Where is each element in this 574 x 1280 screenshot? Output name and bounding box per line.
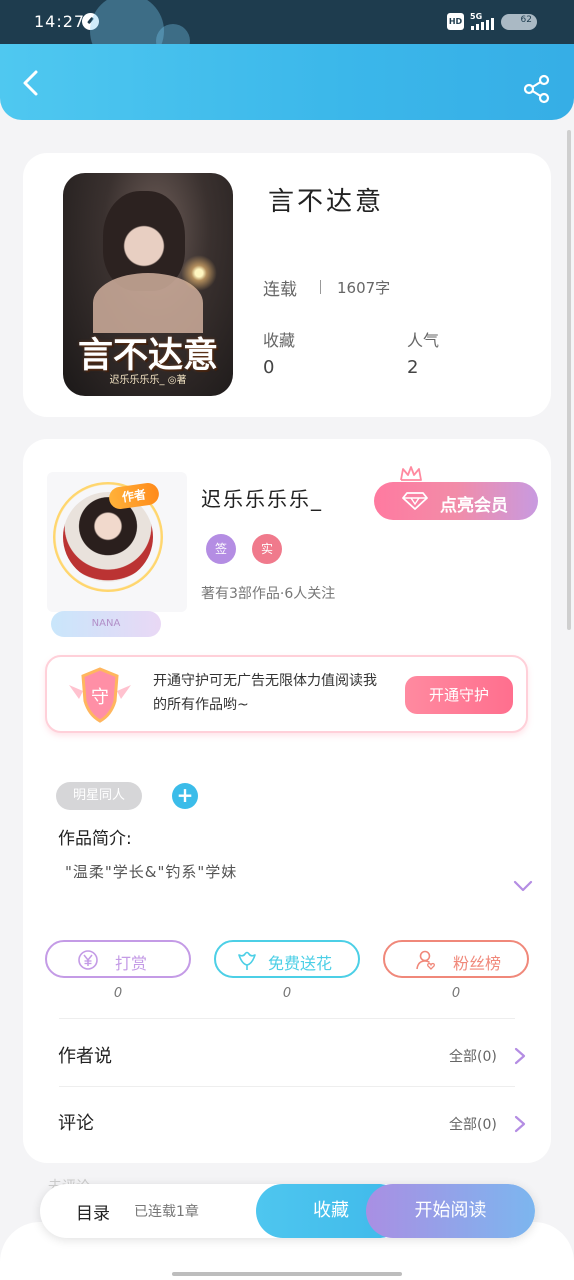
comments-all-link[interactable]: 全部(0)	[449, 1114, 497, 1134]
fan-ranking-button[interactable]: 粉丝榜	[383, 940, 529, 978]
tip-label: 打赏	[115, 954, 148, 973]
bottom-action-bar: 目录 已连载1章 收藏 开始阅读	[40, 1184, 535, 1238]
start-reading-button[interactable]: 开始阅读	[366, 1184, 535, 1238]
chevron-right-icon[interactable]	[513, 1114, 527, 1134]
nana-badge: NANA	[51, 611, 161, 637]
divider	[59, 1018, 515, 1019]
book-status: 连载	[263, 280, 297, 300]
sparkler-icon	[181, 255, 217, 291]
divider	[59, 1086, 515, 1087]
book-detail-card: 作者 NANA 迟乐乐乐乐_ 点亮会员 签 实 著有3部作品·6人关注 守 开通…	[23, 439, 551, 1163]
word-count: 1607字	[337, 279, 391, 297]
topic-tag[interactable]: 明星同人	[56, 782, 142, 810]
app-header	[0, 44, 574, 120]
guard-text: 开通守护可无广告无限体力值阅读我的所有作品哟~	[153, 673, 377, 713]
scrollbar[interactable]	[567, 130, 571, 630]
fan-user-icon	[416, 950, 435, 970]
status-time: 14:27	[34, 12, 86, 31]
fan-ranking-label: 粉丝榜	[453, 954, 502, 973]
chevron-right-icon[interactable]	[513, 1046, 527, 1066]
send-flower-label: 免费送花	[268, 954, 333, 973]
comments-label[interactable]: 评论	[58, 1109, 94, 1135]
chevron-down-icon[interactable]	[513, 879, 533, 893]
intro-text: "温柔"学长&"钓系"学妹	[65, 863, 238, 881]
toc-button[interactable]: 目录	[76, 1199, 110, 1224]
vip-label: 点亮会员	[440, 496, 508, 516]
diamond-icon	[402, 492, 428, 510]
battery-icon: 62	[501, 14, 537, 30]
flower-count: 0	[282, 986, 292, 1001]
guard-button[interactable]: 开通守护	[405, 676, 513, 714]
book-title: 言不达意	[268, 187, 385, 217]
author-avatar[interactable]: 作者	[47, 472, 187, 612]
author-says-label[interactable]: 作者说	[58, 1042, 112, 1068]
home-indicator[interactable]	[172, 1272, 402, 1276]
send-flower-button[interactable]: 免费送花	[214, 940, 360, 978]
tip-count: 0	[113, 986, 123, 1001]
network-label: 5G	[470, 12, 483, 21]
intro-label: 作品简介:	[58, 829, 132, 849]
signal-icon: 5G	[470, 12, 496, 32]
popularity-label: 人气	[407, 331, 440, 350]
verified-badge: 实	[252, 534, 282, 564]
battery-level: 62	[520, 15, 532, 25]
book-info-card: 言不达意 迟乐乐乐乐_ ◎著 言不达意 连载 1607字 收藏 0 人气 2	[23, 153, 551, 417]
toc-status[interactable]: 已连载1章	[134, 1201, 199, 1221]
flower-icon	[238, 951, 256, 970]
author-name[interactable]: 迟乐乐乐乐_	[201, 483, 323, 512]
popularity-value: 2	[407, 357, 419, 378]
back-arrow-icon[interactable]	[16, 68, 46, 98]
author-says-all-link[interactable]: 全部(0)	[449, 1046, 497, 1066]
status-bar: 14:27 HD 5G 62	[0, 0, 574, 68]
book-cover-image[interactable]: 言不达意 迟乐乐乐乐_ ◎著	[63, 173, 233, 396]
favorites-value: 0	[263, 357, 275, 378]
vip-button[interactable]: 点亮会员	[374, 482, 538, 520]
hd-icon: HD	[447, 13, 464, 30]
cover-author: 迟乐乐乐乐_ ◎著	[109, 375, 187, 386]
guard-banner: 守 开通守护可无广告无限体力值阅读我的所有作品哟~ 开通守护	[45, 655, 528, 733]
signed-badge: 签	[206, 534, 236, 564]
shield-char: 守	[91, 687, 109, 708]
divider	[320, 280, 321, 294]
crown-icon	[400, 466, 422, 481]
fan-count: 0	[451, 986, 461, 1001]
favorites-label: 收藏	[263, 331, 296, 350]
shield-icon: 守	[69, 667, 131, 723]
tip-button[interactable]: 打赏	[45, 940, 191, 978]
yen-coin-icon	[78, 950, 98, 970]
share-icon[interactable]	[522, 74, 552, 104]
add-tag-button[interactable]: +	[172, 783, 198, 809]
author-works: 著有3部作品·6人关注	[201, 586, 336, 602]
